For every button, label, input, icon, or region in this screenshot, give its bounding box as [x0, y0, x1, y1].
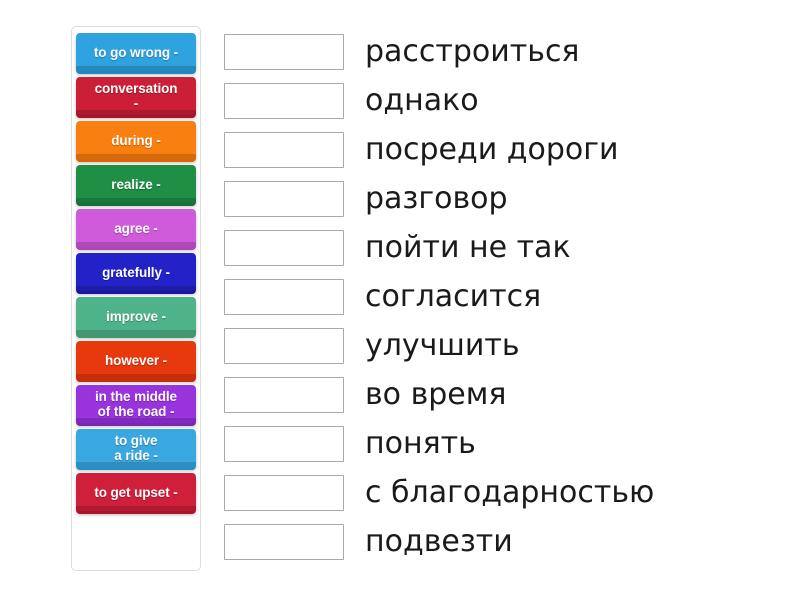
answer-row: улучшить [224, 321, 784, 370]
word-tile[interactable]: to get upset - [76, 473, 196, 511]
answer-row: подвезти [224, 517, 784, 566]
answer-translation-text: с благодарностью [365, 474, 655, 510]
answer-drop-zone[interactable] [224, 278, 344, 315]
word-tile-label: during - [111, 132, 161, 148]
answer-translation-text: во время [365, 376, 507, 412]
word-tile[interactable]: however - [76, 341, 196, 379]
answer-drop-zone[interactable] [224, 82, 344, 119]
word-tile[interactable]: improve - [76, 297, 196, 335]
answer-row: расстроиться [224, 27, 784, 76]
answer-drop-zone[interactable] [224, 229, 344, 266]
answer-translation-text: подвезти [365, 523, 513, 559]
word-tile-label: to get upset - [94, 484, 178, 500]
match-up-exercise: to go wrong - conversation - during - reali… [0, 0, 800, 600]
word-tile-label: however - [104, 352, 168, 368]
answer-row: с благодарностью [224, 468, 784, 517]
word-tile-label: in the middle of the road - [95, 389, 177, 419]
answer-row: разговор [224, 174, 784, 223]
word-tile-label: to give a ride - [114, 433, 158, 463]
word-tile[interactable]: in the middle of the road - [76, 385, 196, 423]
answer-row: посреди дороги [224, 125, 784, 174]
word-tile-label: improve - [106, 308, 166, 324]
word-tile[interactable]: to go wrong - [76, 33, 196, 71]
answer-translation-text: пойти не так [365, 229, 571, 265]
answer-translation-text: понять [365, 425, 476, 461]
word-tile-label: conversation - [94, 81, 178, 111]
answer-row: однако [224, 76, 784, 125]
answer-translation-text: согласится [365, 278, 542, 314]
answer-translation-text: улучшить [365, 327, 520, 363]
answer-drop-zone[interactable] [224, 327, 344, 364]
answer-translation-text: разговор [365, 180, 508, 216]
answer-row: согласится [224, 272, 784, 321]
word-tile[interactable]: conversation - [76, 77, 196, 115]
word-tile[interactable]: realize - [76, 165, 196, 203]
answer-translation-text: расстроиться [365, 33, 580, 69]
answer-drop-zone[interactable] [224, 376, 344, 413]
answer-drop-zone[interactable] [224, 523, 344, 560]
word-tile-label: gratefully - [102, 264, 170, 280]
answers-list: расстроиться однако посреди дороги разговор… [224, 27, 784, 566]
answer-translation-text: посреди дороги [365, 131, 619, 167]
word-tile-label: agree - [114, 220, 158, 236]
word-tile[interactable]: during - [76, 121, 196, 159]
answer-drop-zone[interactable] [224, 474, 344, 511]
answer-drop-zone[interactable] [224, 33, 344, 70]
word-tile[interactable]: gratefully - [76, 253, 196, 291]
answer-row: во время [224, 370, 784, 419]
answer-drop-zone[interactable] [224, 180, 344, 217]
answer-row: пойти не так [224, 223, 784, 272]
answer-translation-text: однако [365, 82, 479, 118]
word-tiles-list: to go wrong - conversation - during - reali… [72, 31, 200, 511]
word-tile[interactable]: to give a ride - [76, 429, 196, 467]
answer-row: понять [224, 419, 784, 468]
word-tile-label: to go wrong - [93, 44, 179, 60]
word-tiles-panel: to go wrong - conversation - during - reali… [71, 26, 201, 571]
word-tile[interactable]: agree - [76, 209, 196, 247]
answer-drop-zone[interactable] [224, 425, 344, 462]
answer-drop-zone[interactable] [224, 131, 344, 168]
word-tile-label: realize - [111, 176, 161, 192]
